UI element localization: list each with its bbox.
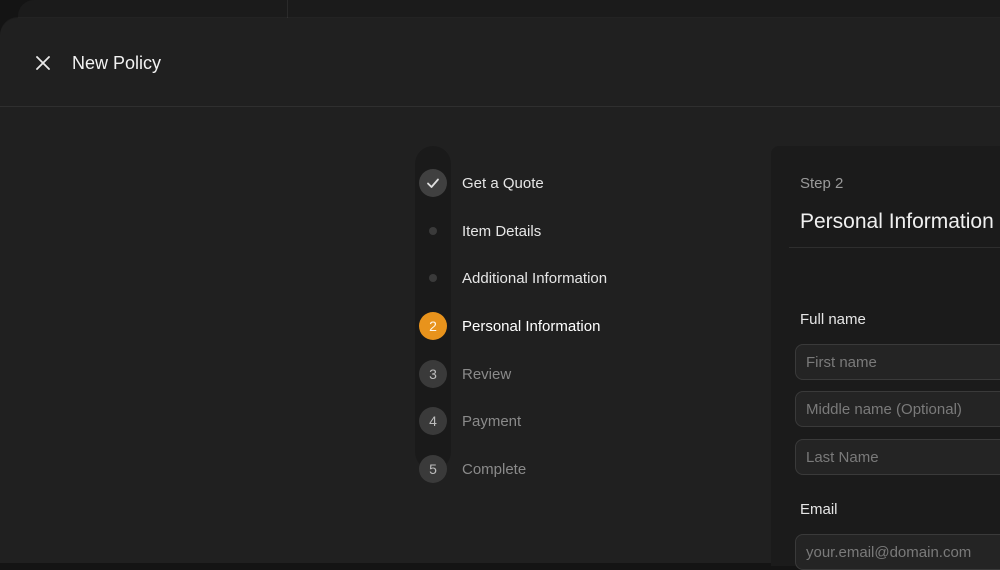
step-review[interactable]: 3 Review xyxy=(415,356,655,392)
step-label: Personal Information xyxy=(462,317,601,335)
step-label: Complete xyxy=(462,460,527,478)
step-payment[interactable]: 4 Payment xyxy=(415,403,655,439)
middle-name-field[interactable] xyxy=(795,391,1000,427)
step-label: Additional Information xyxy=(462,269,608,287)
step-complete[interactable]: 5 Complete xyxy=(415,451,655,487)
step-personal-information[interactable]: 2 Personal Information xyxy=(415,308,655,344)
step-label: Get a Quote xyxy=(462,174,544,192)
step-number-marker: 3 xyxy=(419,360,447,388)
dot-icon xyxy=(429,274,437,282)
form-panel: Step 2 Personal Information Full name Em… xyxy=(771,146,1000,570)
close-icon[interactable] xyxy=(36,56,50,70)
step-number-marker: 2 xyxy=(419,312,447,340)
dot-icon xyxy=(429,227,437,235)
close-button[interactable] xyxy=(31,51,55,75)
form-divider xyxy=(789,247,1000,248)
modal-header: New Policy xyxy=(0,18,1000,107)
step-get-a-quote[interactable]: Get a Quote xyxy=(415,165,655,201)
email-field[interactable] xyxy=(795,534,1000,570)
first-name-field[interactable] xyxy=(795,344,1000,380)
step-dot-marker xyxy=(419,217,447,245)
full-name-label: Full name xyxy=(800,311,866,328)
modal-title: New Policy xyxy=(72,53,162,73)
step-label: Payment xyxy=(462,412,522,430)
step-complete-marker xyxy=(419,169,447,197)
email-label: Email xyxy=(800,501,838,518)
form-title: Personal Information xyxy=(800,210,994,233)
check-icon xyxy=(427,178,439,188)
step-number-marker: 5 xyxy=(419,455,447,483)
step-additional-information[interactable]: Additional Information xyxy=(415,260,655,296)
step-number-marker: 4 xyxy=(419,407,447,435)
last-name-field[interactable] xyxy=(795,439,1000,475)
step-dot-marker xyxy=(419,264,447,292)
step-kicker: Step 2 xyxy=(800,175,844,192)
background-divider xyxy=(287,0,288,20)
step-label: Review xyxy=(462,365,512,383)
step-label: Item Details xyxy=(462,222,542,240)
step-item-details[interactable]: Item Details xyxy=(415,213,655,249)
